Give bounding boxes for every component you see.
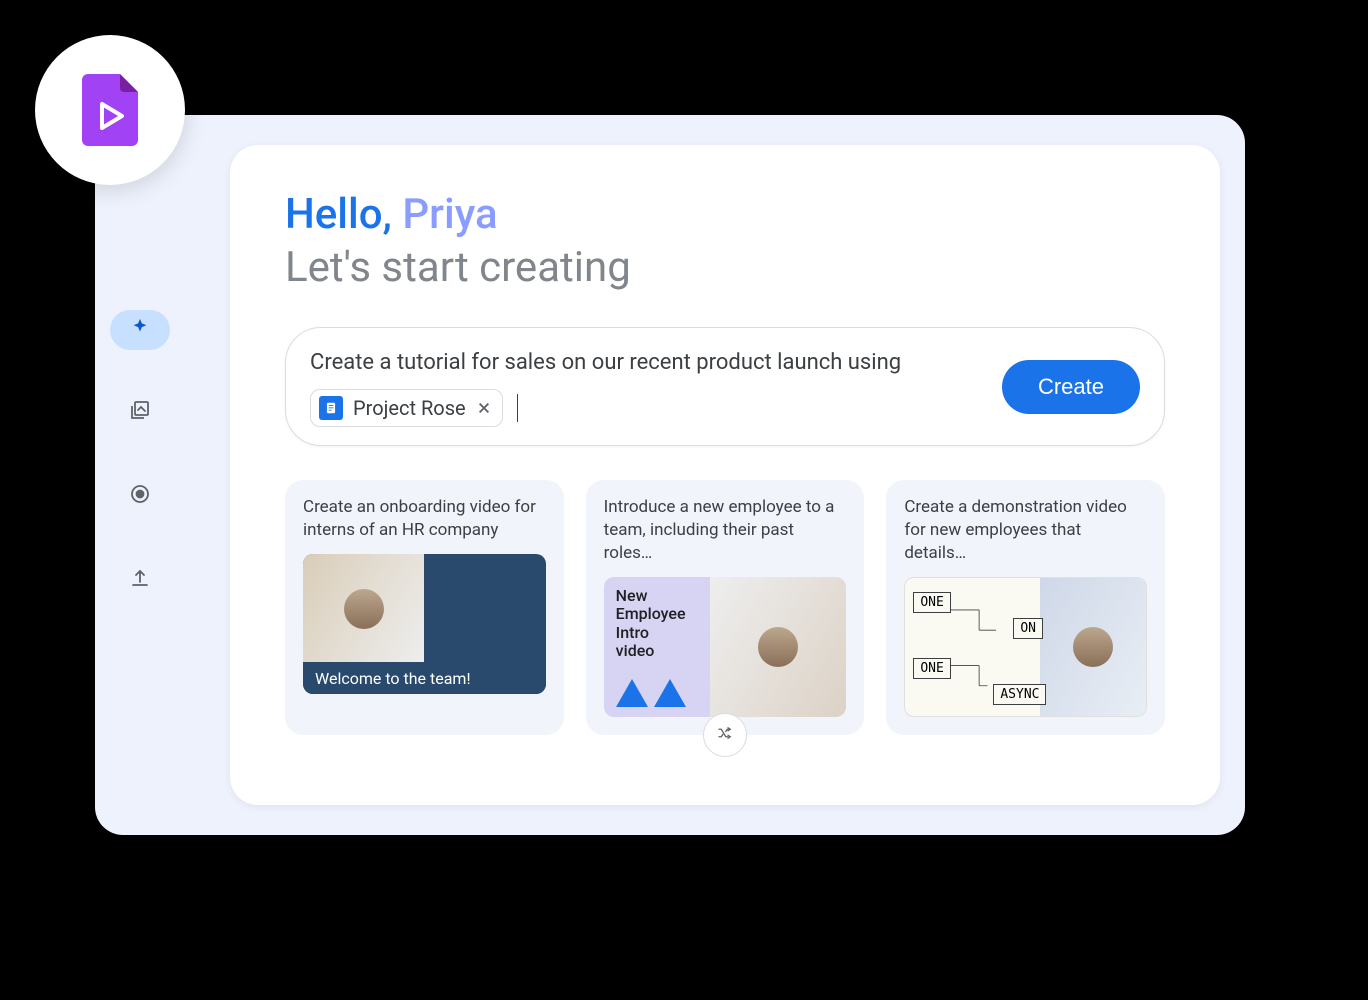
thumbnail-caption: Welcome to the team! <box>303 662 546 694</box>
sparkle-icon <box>129 317 151 343</box>
record-icon <box>128 482 152 510</box>
greeting: Hello, Priya <box>285 190 1165 239</box>
sidebar-item-upload[interactable] <box>118 558 162 602</box>
upload-icon <box>128 566 152 594</box>
sidebar-item-ai-create[interactable] <box>110 310 170 350</box>
sidebar-item-record[interactable] <box>118 474 162 518</box>
diagram-area: ONE ON ONE ASYNC <box>905 578 1040 716</box>
main-card: Hello, Priya Let's start creating Create… <box>230 145 1220 805</box>
page-subtitle: Let's start creating <box>285 243 1165 292</box>
media-library-icon <box>128 398 152 426</box>
template-suggestions: Create an onboarding video for interns o… <box>285 480 1165 735</box>
template-thumbnail: New Employee Intro video <box>604 577 847 717</box>
create-button[interactable]: Create <box>1002 360 1140 414</box>
sidebar-item-media[interactable] <box>118 390 162 434</box>
template-card-onboarding[interactable]: Create an onboarding video for interns o… <box>285 480 564 735</box>
diagram-label: ONE <box>913 658 950 679</box>
decorative-triangles <box>616 679 699 707</box>
vids-file-icon <box>82 74 138 146</box>
person-photo-placeholder <box>710 577 846 717</box>
diagram-label: ASYNC <box>993 684 1046 705</box>
template-card-intro[interactable]: Introduce a new employee to a team, incl… <box>586 480 865 735</box>
shuffle-icon <box>716 724 734 746</box>
chip-remove-button[interactable] <box>476 400 492 416</box>
prompt-compose-bar[interactable]: Create a tutorial for sales on our recen… <box>285 327 1165 446</box>
greeting-prefix: Hello, <box>285 190 402 239</box>
template-card-demo[interactable]: Create a demonstration video for new emp… <box>886 480 1165 735</box>
text-cursor <box>517 394 518 422</box>
attachment-chip[interactable]: Project Rose <box>310 389 503 427</box>
diagram-label: ONE <box>913 592 950 613</box>
sidebar <box>95 115 185 835</box>
prompt-text: Create a tutorial for sales on our recen… <box>310 346 984 379</box>
app-shell: Hello, Priya Let's start creating Create… <box>95 115 1245 835</box>
thumb-slide-title: New Employee Intro video <box>616 587 699 661</box>
greeting-name: Priya <box>402 190 497 239</box>
app-logo-badge <box>35 35 185 185</box>
template-title: Introduce a new employee to a team, incl… <box>604 496 847 565</box>
shuffle-templates-button[interactable] <box>703 713 747 757</box>
chip-label: Project Rose <box>353 396 466 420</box>
template-thumbnail: Welcome to the team! <box>303 554 546 694</box>
docs-icon <box>319 396 343 420</box>
template-title: Create a demonstration video for new emp… <box>904 496 1147 565</box>
template-title: Create an onboarding video for interns o… <box>303 496 546 542</box>
template-thumbnail: ONE ON ONE ASYNC <box>904 577 1147 717</box>
diagram-label: ON <box>1013 618 1043 639</box>
person-photo-placeholder <box>1040 578 1146 716</box>
person-photo-placeholder <box>303 554 424 663</box>
